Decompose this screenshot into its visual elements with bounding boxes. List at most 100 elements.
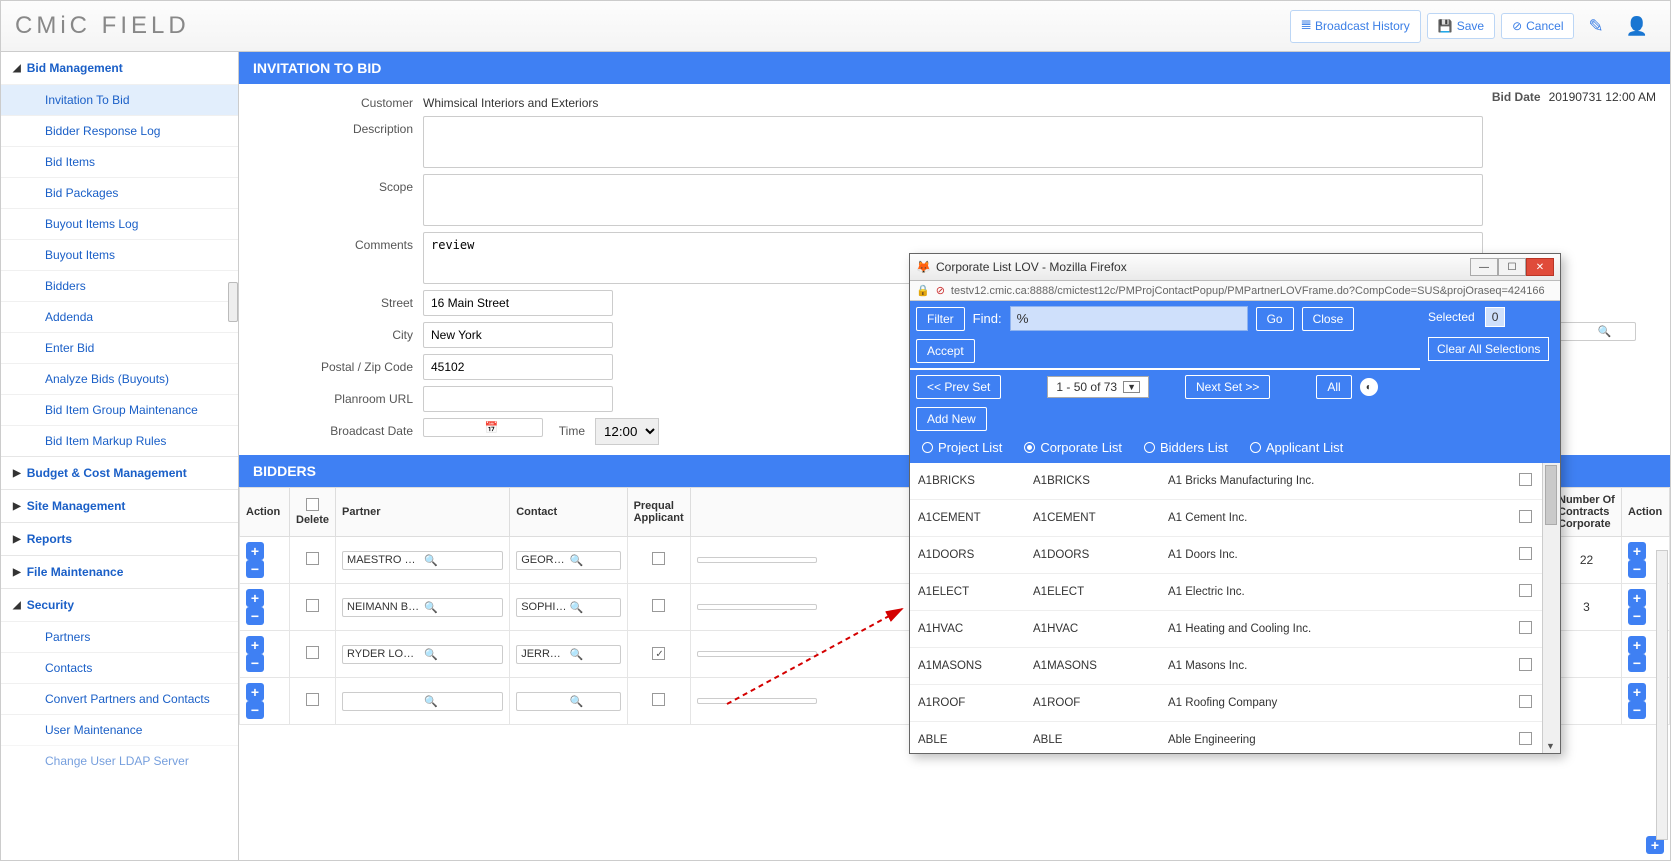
row-add-button[interactable]: + <box>1628 636 1646 654</box>
search-icon[interactable]: 🔍 <box>1595 325 1632 338</box>
radio-applicant-list[interactable]: Applicant List <box>1250 440 1343 455</box>
delete-checkbox[interactable] <box>306 599 319 612</box>
cancel-button[interactable]: ⊘Cancel <box>1501 13 1574 39</box>
row-add-button[interactable]: + <box>246 542 264 560</box>
sidebar-item-partners[interactable]: Partners <box>1 621 238 652</box>
row-remove-button[interactable]: − <box>1628 654 1646 672</box>
partner-lookup[interactable]: NEIMANN BUILDERS INC🔍 <box>342 598 503 617</box>
contact-lookup[interactable]: 🔍 <box>516 692 620 711</box>
refresh-icon[interactable]: ◐ <box>1360 378 1378 396</box>
lov-select-checkbox[interactable] <box>1519 732 1532 745</box>
delete-checkbox[interactable] <box>306 646 319 659</box>
add-new-button[interactable]: Add New <box>916 407 987 431</box>
sidebar-item-bid-packages[interactable]: Bid Packages <box>1 177 238 208</box>
partner-lookup[interactable]: RYDER LOGISTICS🔍 <box>342 645 503 664</box>
sidebar-group-file-maintenance[interactable]: ▶File Maintenance <box>1 555 238 588</box>
city-input[interactable] <box>423 322 613 348</box>
accept-button[interactable]: Accept <box>916 339 975 363</box>
row-remove-button[interactable]: − <box>246 654 264 672</box>
partner-lookup[interactable]: MAESTRO BUILDERS INC🔍 <box>342 551 503 570</box>
sidebar-item-change-ldap[interactable]: Change User LDAP Server <box>1 745 238 776</box>
all-button[interactable]: All <box>1316 375 1351 399</box>
save-button[interactable]: 💾Save <box>1427 13 1495 39</box>
maximize-button[interactable]: ☐ <box>1498 258 1526 276</box>
field-lookup[interactable] <box>697 698 817 704</box>
prequal-checkbox[interactable] <box>652 693 665 706</box>
broadcast-date-input[interactable]: 📅 <box>423 418 543 437</box>
clear-selections-button[interactable]: Clear All Selections <box>1428 337 1549 361</box>
field-lookup[interactable] <box>697 651 817 657</box>
delete-checkbox[interactable] <box>306 693 319 706</box>
row-add-button[interactable]: + <box>246 683 264 701</box>
lov-select-checkbox[interactable] <box>1519 695 1532 708</box>
lov-row[interactable]: A1BRICKSA1BRICKSA1 Bricks Manufacturing … <box>910 463 1542 500</box>
sidebar-item-bid-item-group-maintenance[interactable]: Bid Item Group Maintenance <box>1 394 238 425</box>
lov-row[interactable]: A1ELECTA1ELECTA1 Electric Inc. <box>910 574 1542 611</box>
sidebar-group-security[interactable]: ◢Security <box>1 588 238 621</box>
row-add-button[interactable]: + <box>246 589 264 607</box>
sidebar-item-contacts[interactable]: Contacts <box>1 652 238 683</box>
delete-checkbox[interactable] <box>306 552 319 565</box>
lov-row[interactable]: A1MASONSA1MASONSA1 Masons Inc. <box>910 648 1542 685</box>
sidebar-item-bidder-response-log[interactable]: Bidder Response Log <box>1 115 238 146</box>
broadcast-history-button[interactable]: 𝍤Broadcast History <box>1290 10 1421 43</box>
row-add-button[interactable]: + <box>1628 542 1646 560</box>
row-add-button[interactable]: + <box>246 636 264 654</box>
sidebar-item-bid-item-markup-rules[interactable]: Bid Item Markup Rules <box>1 425 238 456</box>
find-input[interactable] <box>1010 306 1248 331</box>
row-add-button[interactable]: + <box>1628 589 1646 607</box>
row-add-button[interactable]: + <box>1628 683 1646 701</box>
row-remove-button[interactable]: − <box>1628 701 1646 719</box>
radio-project-list[interactable]: Project List <box>922 440 1002 455</box>
postal-input[interactable] <box>423 354 613 380</box>
lov-select-checkbox[interactable] <box>1519 510 1532 523</box>
field-lookup[interactable] <box>697 604 817 610</box>
row-remove-button[interactable]: − <box>1628 560 1646 578</box>
lov-select-checkbox[interactable] <box>1519 621 1532 634</box>
sidebar-item-bidders[interactable]: Bidders <box>1 270 238 301</box>
sidebar-item-enter-bid[interactable]: Enter Bid <box>1 332 238 363</box>
contact-lookup[interactable]: GEORGE ALLE🔍 <box>516 551 620 570</box>
sidebar-group-bid-management[interactable]: ◢Bid Management <box>1 52 238 84</box>
sidebar-item-invitation-to-bid[interactable]: Invitation To Bid <box>1 84 238 115</box>
description-input[interactable] <box>423 116 1483 168</box>
contact-lookup[interactable]: SOPHIE CHOV🔍 <box>516 598 620 617</box>
row-remove-button[interactable]: − <box>1628 607 1646 625</box>
close-button[interactable]: Close <box>1302 307 1355 331</box>
lov-select-checkbox[interactable] <box>1519 658 1532 671</box>
row-remove-button[interactable]: − <box>246 701 264 719</box>
row-remove-button[interactable]: − <box>246 560 264 578</box>
user-icon[interactable]: 👤 <box>1618 12 1656 41</box>
lov-select-checkbox[interactable] <box>1519 473 1532 486</box>
sidebar-splitter[interactable] <box>228 282 238 322</box>
planroom-input[interactable] <box>423 386 613 412</box>
lov-row[interactable]: ABLEABLEAble Engineering <box>910 722 1542 754</box>
radio-corporate-list[interactable]: Corporate List <box>1024 440 1122 455</box>
sidebar-item-bid-items[interactable]: Bid Items <box>1 146 238 177</box>
go-button[interactable]: Go <box>1256 307 1294 331</box>
lov-row[interactable]: A1CEMENTA1CEMENTA1 Cement Inc. <box>910 500 1542 537</box>
prequal-checkbox[interactable] <box>652 599 665 612</box>
prequal-checkbox[interactable] <box>652 552 665 565</box>
sidebar-group-site[interactable]: ▶Site Management <box>1 489 238 522</box>
prev-set-button[interactable]: << Prev Set <box>916 375 1001 399</box>
sidebar-group-budget[interactable]: ▶Budget & Cost Management <box>1 456 238 489</box>
street-input[interactable] <box>423 290 613 316</box>
sidebar-item-user-maintenance[interactable]: User Maintenance <box>1 714 238 745</box>
sidebar-item-addenda[interactable]: Addenda <box>1 301 238 332</box>
lov-select-checkbox[interactable] <box>1519 547 1532 560</box>
sidebar-item-buyout-items-log[interactable]: Buyout Items Log <box>1 208 238 239</box>
filter-button[interactable]: Filter <box>916 307 965 331</box>
sidebar-group-reports[interactable]: ▶Reports <box>1 522 238 555</box>
prequal-checkbox[interactable] <box>652 647 665 660</box>
radio-bidders-list[interactable]: Bidders List <box>1144 440 1228 455</box>
sidebar-item-convert-partners[interactable]: Convert Partners and Contacts <box>1 683 238 714</box>
main-scrollbar[interactable] <box>1656 550 1668 840</box>
contact-lookup[interactable]: JERRY GALBR🔍 <box>516 645 620 664</box>
partner-lookup[interactable]: 🔍 <box>342 692 503 711</box>
delete-all-checkbox[interactable] <box>306 498 319 511</box>
edit-icon[interactable]: ✎ <box>1580 12 1611 41</box>
lov-row[interactable]: A1HVACA1HVACA1 Heating and Cooling Inc. <box>910 611 1542 648</box>
field-lookup[interactable] <box>697 557 817 563</box>
window-close-button[interactable]: ✕ <box>1526 258 1554 276</box>
